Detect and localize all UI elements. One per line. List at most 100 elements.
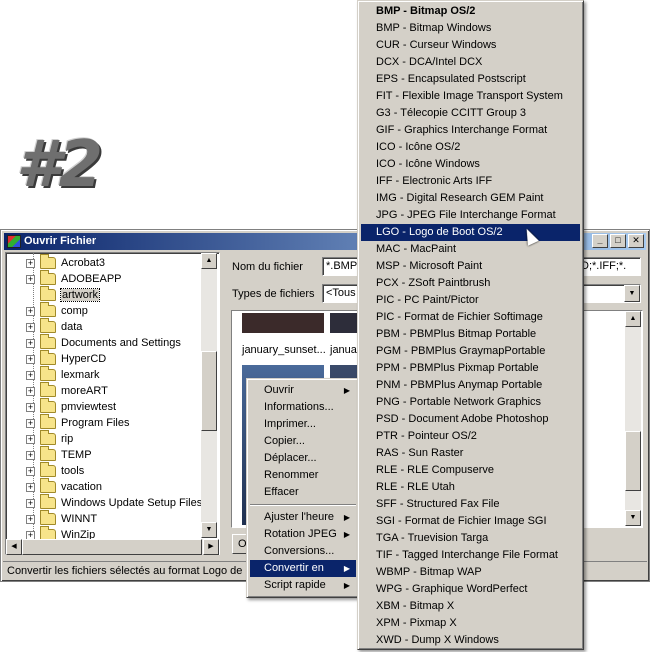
expand-icon[interactable]: + [26,466,35,476]
tree-item[interactable]: + rip [26,430,73,447]
format-menu-item[interactable]: XWD - Dump X Windows [361,632,580,649]
tree-item[interactable]: + Windows Update Setup Files [26,494,202,511]
format-menu-item[interactable]: MAC - MacPaint [361,241,580,258]
format-menu-item[interactable]: BMP - Bitmap OS/2 [361,3,580,20]
thumbnail-scroll-thumb[interactable] [625,431,641,491]
expand-icon[interactable]: + [26,370,35,380]
format-menu-item[interactable]: EPS - Encapsulated Postscript [361,71,580,88]
context-menu-item[interactable]: Convertir en ▶ [250,560,356,577]
tree-item[interactable]: + moreART [26,382,108,399]
format-menu-item[interactable]: PTR - Pointeur OS/2 [361,428,580,445]
thumbnail-image[interactable] [330,313,360,333]
format-menu-item[interactable]: JPG - JPEG File Interchange Format [361,207,580,224]
tree-item[interactable]: + Documents and Settings [26,334,181,351]
format-menu-item[interactable]: PPM - PBMPlus Pixmap Portable [361,360,580,377]
tree-item[interactable]: + tools [26,462,84,479]
format-menu-item[interactable]: ICO - Icône Windows [361,156,580,173]
context-menu-item[interactable]: Rotation JPEG ▶ [250,526,356,543]
format-menu-item[interactable]: WPG - Graphique WordPerfect [361,581,580,598]
context-menu-item[interactable]: Effacer [250,484,356,501]
format-menu-item[interactable]: LGO - Logo de Boot OS/2 [361,224,580,241]
scroll-down-arrow-icon[interactable]: ▼ [201,522,217,538]
tree-item[interactable]: + TEMP [26,446,92,463]
format-menu-item[interactable]: RLE - RLE Utah [361,479,580,496]
format-menu-item[interactable]: TIF - Tagged Interchange File Format [361,547,580,564]
scroll-left-arrow-icon[interactable]: ◀ [6,539,22,555]
format-menu-item[interactable]: SGI - Format de Fichier Image SGI [361,513,580,530]
expand-icon[interactable]: + [26,322,35,332]
context-menu-item[interactable]: Copier... [250,433,356,450]
tree-item[interactable]: + vacation [26,478,102,495]
context-menu-item[interactable]: Script rapide ▶ [250,577,356,594]
thumbnail-image[interactable] [242,313,324,333]
format-menu-item[interactable]: WBMP - Bitmap WAP [361,564,580,581]
context-menu-item[interactable]: Informations... [250,399,356,416]
tree-item[interactable]: + HyperCD [26,350,106,367]
format-menu-item[interactable]: IFF - Electronic Arts IFF [361,173,580,190]
tree-item[interactable]: + data [26,318,82,335]
format-menu-item[interactable]: PNG - Portable Network Graphics [361,394,580,411]
tree-item[interactable]: + Acrobat3 [26,254,105,271]
tree-item[interactable]: + WINNT [26,510,97,527]
format-menu-item[interactable]: SFF - Structured Fax File [361,496,580,513]
format-menu-item[interactable]: DCX - DCA/Intel DCX [361,54,580,71]
format-menu-item[interactable]: PNM - PBMPlus Anymap Portable [361,377,580,394]
expand-icon[interactable]: + [26,354,35,364]
expand-icon[interactable]: + [26,482,35,492]
expand-icon[interactable]: + [26,258,35,268]
tree-horizontal-scrollbar[interactable]: ◀ ▶ [6,539,219,555]
expand-icon[interactable]: + [26,338,35,348]
context-menu-item[interactable]: Imprimer... [250,416,356,433]
folder-tree[interactable]: + Acrobat3 + ADOBEAPP artwork + comp + data + Docu… [5,252,220,555]
filetype-dropdown-arrow-icon[interactable]: ▼ [624,285,640,302]
expand-icon[interactable]: + [26,514,35,524]
expand-icon[interactable]: + [26,434,35,444]
scroll-down-arrow-icon[interactable]: ▼ [625,510,641,526]
scroll-up-arrow-icon[interactable]: ▲ [625,311,641,327]
tree-item[interactable]: + comp [26,302,88,319]
format-menu-item[interactable]: PIC - Format de Fichier Softimage [361,309,580,326]
tree-item[interactable]: + pmviewtest [26,398,116,415]
format-menu-item[interactable]: PBM - PBMPlus Bitmap Portable [361,326,580,343]
context-menu-item[interactable]: Renommer [250,467,356,484]
scroll-up-arrow-icon[interactable]: ▲ [201,253,217,269]
format-menu-item[interactable]: PCX - ZSoft Paintbrush [361,275,580,292]
format-menu-item[interactable]: PIC - PC Paint/Pictor [361,292,580,309]
format-menu-item[interactable]: XBM - Bitmap X [361,598,580,615]
expand-icon[interactable]: + [26,450,35,460]
expand-icon[interactable]: + [26,402,35,412]
maximize-button[interactable]: □ [610,234,626,248]
tree-item[interactable]: artwork [26,286,101,303]
thumbnail-vertical-scrollbar[interactable]: ▲ ▼ [625,311,641,526]
format-menu-item[interactable]: FIT - Flexible Image Transport System [361,88,580,105]
format-menu-item[interactable]: ICO - Icône OS/2 [361,139,580,156]
format-menu-item[interactable]: TGA - Truevision Targa [361,530,580,547]
tree-item[interactable]: + lexmark [26,366,100,383]
format-menu-item[interactable]: MSP - Microsoft Paint [361,258,580,275]
expand-icon[interactable]: + [26,306,35,316]
expand-icon[interactable]: + [26,418,35,428]
context-menu-item[interactable]: Conversions... [250,543,356,560]
tree-item[interactable]: + ADOBEAPP [26,270,122,287]
format-menu-item[interactable]: PSD - Document Adobe Photoshop [361,411,580,428]
format-menu-item[interactable]: GIF - Graphics Interchange Format [361,122,580,139]
format-menu-item[interactable]: XPM - Pixmap X [361,615,580,632]
format-menu-item[interactable]: RAS - Sun Raster [361,445,580,462]
scroll-right-arrow-icon[interactable]: ▶ [203,539,219,555]
close-button[interactable]: ✕ [628,234,644,248]
expand-icon[interactable]: + [26,274,35,284]
format-menu-item[interactable]: G3 - Télecopie CCITT Group 3 [361,105,580,122]
tree-vertical-scrollbar[interactable]: ▲ ▼ [201,253,217,538]
format-menu-item[interactable]: CUR - Curseur Windows [361,37,580,54]
format-menu-item[interactable]: RLE - RLE Compuserve [361,462,580,479]
tree-scroll-thumb[interactable] [201,351,217,431]
minimize-button[interactable]: _ [592,234,608,248]
tree-hscroll-thumb[interactable] [22,539,202,555]
context-menu-item[interactable]: Déplacer... [250,450,356,467]
context-menu-item[interactable]: Ouvrir ▶ [250,382,356,399]
format-menu-item[interactable]: PGM - PBMPlus GraymapPortable [361,343,580,360]
expand-icon[interactable]: + [26,386,35,396]
expand-icon[interactable]: + [26,498,35,508]
tree-item[interactable]: + Program Files [26,414,129,431]
format-menu-item[interactable]: BMP - Bitmap Windows [361,20,580,37]
